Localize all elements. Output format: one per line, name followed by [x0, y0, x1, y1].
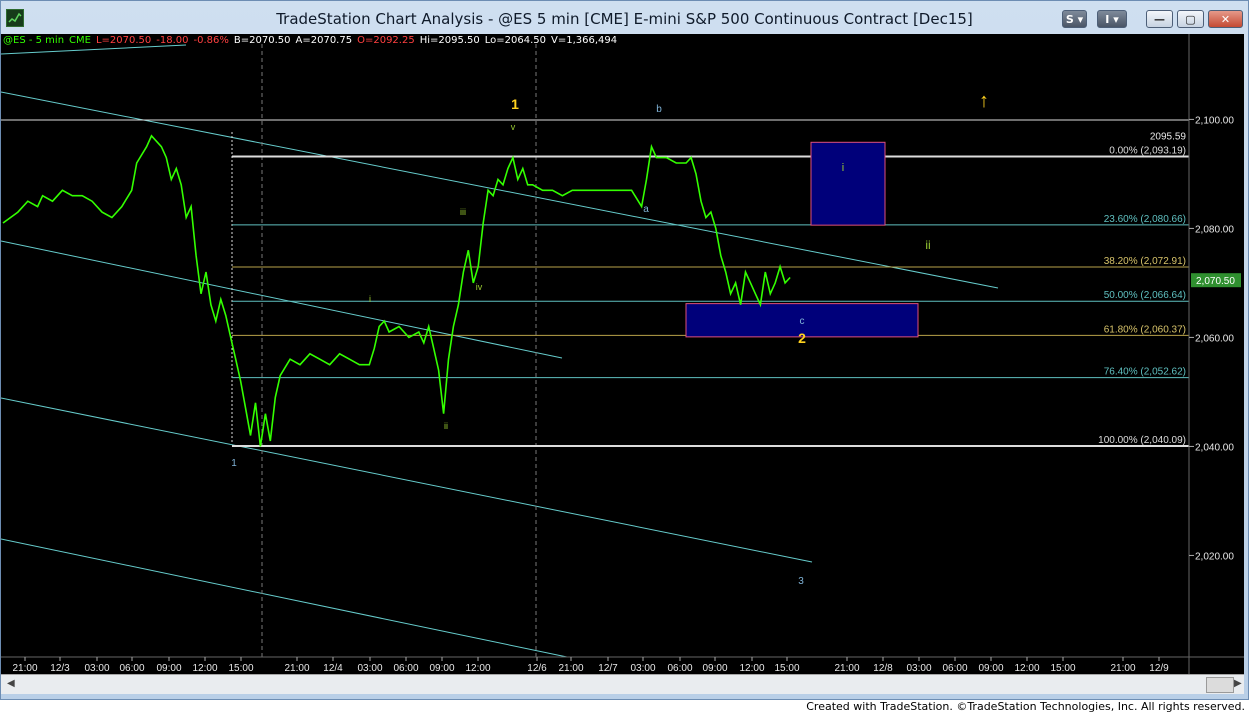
x-tick-label: 06:00: [667, 663, 692, 674]
wave-label-i: i: [842, 162, 844, 174]
channel-line: [0, 240, 563, 359]
fib-label: 50.00% (2,066.64): [1104, 290, 1186, 301]
target-box-i: [810, 141, 886, 226]
x-tick-label: 12:00: [739, 663, 764, 674]
x-tick-label: 12/9: [1149, 663, 1169, 674]
x-tick-label: 06:00: [119, 663, 144, 674]
x-tick-label: 21:00: [284, 663, 309, 674]
wave-label-iii: iii: [460, 207, 466, 217]
legend-last: L=2070.50: [95, 35, 152, 46]
wave-label-ii: ii: [925, 238, 930, 252]
legend-change: -18.00: [156, 35, 189, 46]
legend-symbol: @ES - 5 min: [3, 35, 65, 46]
wave-label-i: i: [369, 294, 371, 304]
x-tick-label: 03:00: [357, 663, 382, 674]
title-bar[interactable]: TradeStation Chart Analysis - @ES 5 min …: [1, 1, 1248, 34]
price-chart[interactable]: 0.00% (2,093.19) 23.60% (2,080.66) 38.20% …: [0, 34, 1244, 674]
y-tick-label: 2,080.00: [1195, 224, 1234, 235]
wave-label-b: b: [656, 104, 662, 115]
x-tick-label: 21:00: [834, 663, 859, 674]
wave-label-a: a: [643, 204, 649, 215]
x-tick-label: 12:00: [1014, 663, 1039, 674]
i-menu-button[interactable]: I ▾: [1097, 10, 1127, 28]
y-tick-label: 2,020.00: [1195, 551, 1234, 562]
wave-label-ii: ii: [444, 421, 448, 431]
x-tick-label: 12/6: [527, 663, 547, 674]
fib-label: 76.40% (2,052.62): [1104, 367, 1186, 378]
minimize-button[interactable]: —: [1146, 10, 1173, 28]
wave-label-v: v: [511, 122, 516, 132]
x-tick-label: 12:00: [465, 663, 490, 674]
x-tick-label: 03:00: [630, 663, 655, 674]
chart-window: TradeStation Chart Analysis - @ES 5 min …: [0, 0, 1249, 700]
footer: Created with TradeStation. ©TradeStation…: [0, 700, 1249, 714]
legend-bid: B=2070.50: [233, 35, 291, 46]
legend-open: O=2092.25: [357, 35, 415, 46]
x-tick-label: 15:00: [228, 663, 253, 674]
legend-change-pct: -0.86%: [193, 35, 229, 46]
x-tick-label: 12/8: [873, 663, 893, 674]
scrollbar-thumb[interactable]: [1206, 677, 1234, 693]
s-menu-button[interactable]: S ▾: [1062, 10, 1087, 28]
x-tick-label: 21:00: [558, 663, 583, 674]
wave-label-2: 2: [798, 330, 806, 346]
wave-label-↑: ↑: [979, 90, 989, 112]
x-tick-label: 15:00: [774, 663, 799, 674]
window-title: TradeStation Chart Analysis - @ES 5 min …: [276, 10, 973, 28]
scroll-right-icon[interactable]: ▶: [1234, 678, 1242, 689]
fib-label: 38.20% (2,072.91): [1104, 256, 1186, 267]
y-tick-label: 2,100.00: [1195, 115, 1234, 126]
x-tick-label: 12/7: [598, 663, 618, 674]
maximize-button[interactable]: ▢: [1177, 10, 1204, 28]
x-tick-label: 09:00: [978, 663, 1003, 674]
x-tick-label: 15:00: [1050, 663, 1075, 674]
legend-volume: V=1,366,494: [550, 35, 618, 46]
y-tick-label: 2,060.00: [1195, 333, 1234, 344]
x-tick-label: 06:00: [393, 663, 418, 674]
fib-label: 0.00% (2,093.19): [1109, 146, 1186, 157]
channel-line: [0, 44, 187, 55]
high-label: 2095.59: [1150, 131, 1187, 142]
x-tick-label: 12/4: [323, 663, 343, 674]
scroll-left-icon[interactable]: ◀: [7, 678, 15, 689]
x-tick-label: 12/3: [50, 663, 70, 674]
symbol-legend: @ES - 5 min CME L=2070.50 -18.00 -0.86% B=207…: [3, 35, 622, 46]
footer-credit: Created with TradeStation. ©TradeStation…: [806, 700, 1245, 713]
legend-low: Lo=2064.50: [484, 35, 546, 46]
channel-line: [0, 397, 813, 563]
horizontal-scrollbar[interactable]: ◀ ▶: [1, 674, 1244, 694]
wave-label-1: 1: [231, 458, 237, 469]
fib-label: 100.00% (2,040.09): [1098, 435, 1186, 446]
fib-label: 23.60% (2,080.66): [1104, 214, 1186, 225]
x-tick-label: 09:00: [156, 663, 181, 674]
x-tick-label: 09:00: [429, 663, 454, 674]
last-price-label: 2,070.50: [1196, 276, 1235, 287]
x-tick-label: 12:00: [192, 663, 217, 674]
x-tick-label: 21:00: [1110, 663, 1135, 674]
legend-ask: A=2070.75: [295, 35, 353, 46]
wave-label-3: 3: [798, 576, 804, 587]
wave-label-iv: iv: [476, 282, 483, 292]
wave-label-1: 1: [511, 96, 519, 112]
x-tick-label: 03:00: [84, 663, 109, 674]
chart-area[interactable]: 0.00% (2,093.19) 23.60% (2,080.66) 38.20% …: [0, 34, 1244, 694]
x-tick-label: 03:00: [906, 663, 931, 674]
legend-exchange: CME: [69, 35, 91, 46]
y-tick-label: 2,040.00: [1195, 442, 1234, 453]
channel-line: [0, 538, 568, 658]
fib-label: 61.80% (2,060.37): [1104, 324, 1186, 335]
x-tick-label: 06:00: [942, 663, 967, 674]
x-tick-label: 09:00: [702, 663, 727, 674]
wave-label-c: c: [800, 316, 805, 327]
close-button[interactable]: ✕: [1208, 10, 1243, 28]
x-tick-label: 21:00: [12, 663, 37, 674]
price-series-line: [2, 134, 791, 447]
legend-high: Hi=2095.50: [419, 35, 480, 46]
